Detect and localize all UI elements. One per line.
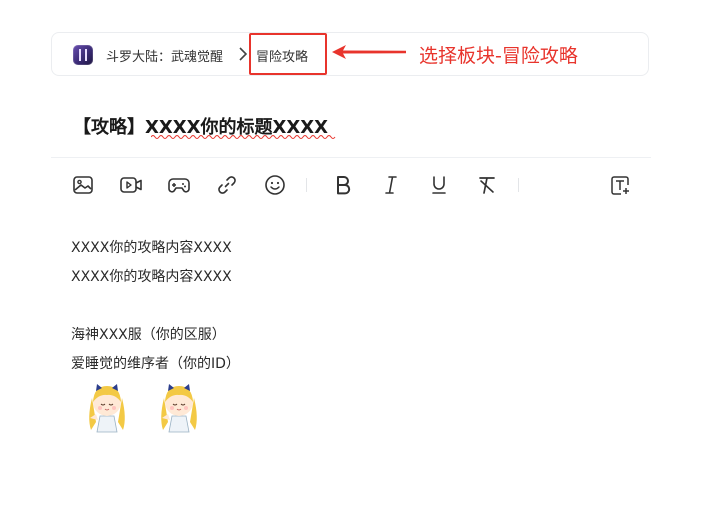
- chibi-sticker[interactable]: [154, 378, 204, 434]
- gamepad-icon: [168, 178, 190, 193]
- game-logo: [73, 45, 93, 65]
- text-template-icon: [611, 176, 629, 195]
- content-line[interactable]: XXXX你的攻略内容XXXX: [71, 237, 232, 257]
- italic-icon: [385, 176, 397, 194]
- annotation-label: 选择板块-冒险攻略: [419, 45, 578, 67]
- image-button[interactable]: [70, 172, 96, 198]
- link-icon: [218, 176, 236, 194]
- content-line[interactable]: XXXX你的攻略内容XXXX: [71, 266, 232, 286]
- underline-button[interactable]: [426, 172, 452, 198]
- chevron-right-icon: [239, 47, 248, 61]
- underline-icon: [432, 176, 446, 194]
- emoji-icon: [265, 175, 285, 195]
- video-button[interactable]: [118, 172, 144, 198]
- chibi-sticker[interactable]: [82, 378, 132, 434]
- title-divider: [51, 157, 651, 158]
- content-line[interactable]: 海神XXX服（你的区服）: [71, 324, 226, 344]
- image-icon: [73, 176, 93, 194]
- bold-button[interactable]: [330, 172, 356, 198]
- italic-button[interactable]: [378, 172, 404, 198]
- clear-format-icon: [479, 177, 495, 194]
- video-icon: [120, 177, 142, 193]
- breadcrumb-board[interactable]: 冒险攻略: [256, 46, 308, 65]
- clear-format-button[interactable]: [474, 172, 500, 198]
- toolbar-divider: [306, 178, 307, 192]
- content-line[interactable]: 爱睡觉的维序者（你的ID）: [71, 353, 240, 373]
- text-template-button[interactable]: [607, 172, 633, 198]
- game-card-button[interactable]: [166, 172, 192, 198]
- toolbar-divider: [518, 178, 519, 192]
- annotation-arrow-icon: [332, 45, 406, 59]
- emoji-button[interactable]: [262, 172, 288, 198]
- link-button[interactable]: [214, 172, 240, 198]
- breadcrumb-game[interactable]: 斗罗大陆：武魂觉醒: [106, 46, 223, 65]
- bold-icon: [337, 176, 351, 195]
- spellcheck-underline: [151, 135, 336, 139]
